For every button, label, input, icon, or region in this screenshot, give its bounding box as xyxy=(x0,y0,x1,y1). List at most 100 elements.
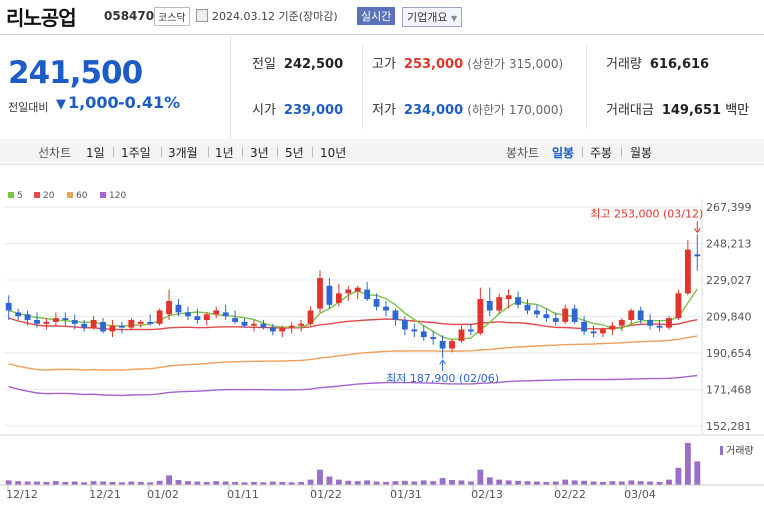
x-tick-label: 01/02 xyxy=(147,488,179,501)
candle-body xyxy=(128,320,135,328)
volume-legend-label: 거래량 xyxy=(726,445,754,457)
period-1d[interactable]: 1일 xyxy=(86,144,105,161)
volume-bar xyxy=(496,479,503,485)
y-tick-label: 171,468 xyxy=(706,383,752,396)
volume-bar xyxy=(628,480,635,485)
open-price: 시가 239,000 xyxy=(252,103,344,118)
period-3m[interactable]: 3개월 xyxy=(168,144,198,161)
volume-bar xyxy=(524,481,531,485)
volume-bar xyxy=(364,480,371,485)
candle-body xyxy=(694,254,701,257)
period-5y[interactable]: 5년 xyxy=(285,144,304,161)
candle-body xyxy=(326,285,333,305)
candle-body xyxy=(449,340,455,349)
candle-body xyxy=(222,312,229,317)
volume-bar xyxy=(571,480,578,485)
volume-bar xyxy=(486,477,493,485)
legend-swatch-60 xyxy=(67,192,73,198)
candle-body xyxy=(90,320,97,328)
volume-bar xyxy=(100,481,106,485)
candle-body xyxy=(317,278,323,309)
candle-body xyxy=(496,297,503,311)
period-3y[interactable]: 3년 xyxy=(250,144,269,161)
volume-bar xyxy=(326,476,333,485)
diff-label: 전일대비 xyxy=(8,101,49,114)
volume-bar xyxy=(392,481,399,485)
candle-body xyxy=(269,327,276,332)
candle-body xyxy=(581,321,588,332)
period-1y[interactable]: 1년 xyxy=(215,144,234,161)
candle-body xyxy=(600,329,606,334)
candle-body xyxy=(147,321,154,324)
volume-bar xyxy=(222,481,229,485)
candle-body xyxy=(684,249,691,294)
candle-body xyxy=(5,302,12,311)
stock-name: 리노공업 xyxy=(6,6,77,30)
chevron-down-icon: ▼ xyxy=(450,14,458,23)
trade-amount: 거래대금 149,651 백만 xyxy=(606,103,750,118)
candle-body xyxy=(420,331,427,338)
candle-weekly[interactable]: 주봉 xyxy=(590,144,612,161)
volume-bar xyxy=(156,480,163,485)
candle-body xyxy=(24,314,31,321)
candle-body xyxy=(137,321,144,324)
period-1w[interactable]: 1주일 xyxy=(121,144,151,161)
candle-body xyxy=(175,304,182,313)
volume-bar xyxy=(175,480,182,485)
volume-bar xyxy=(420,480,427,485)
candle-monthly[interactable]: 월봉 xyxy=(630,144,652,161)
candle-body xyxy=(609,325,616,330)
volume-bar xyxy=(354,481,361,485)
period-10y[interactable]: 10년 xyxy=(320,144,346,161)
low-price: 저가 234,000 (하한가 170,000) xyxy=(372,103,564,118)
candle-body xyxy=(675,293,682,319)
candle-body xyxy=(298,323,305,326)
candle-body xyxy=(411,329,418,332)
volume-bar xyxy=(515,480,521,485)
down-arrow-icon: ▼ xyxy=(56,97,66,112)
price-rate: -0.41% xyxy=(118,93,181,112)
candle-body xyxy=(52,318,59,322)
trade-volume: 거래량 616,616 xyxy=(606,57,710,72)
candle-body xyxy=(647,320,654,326)
high-annotation: 최고 253,000 (03/12) xyxy=(590,207,703,220)
prev-close: 전일 242,500 xyxy=(252,57,344,72)
stock-header: 리노공업 058470 코스닥 2024.03.12 기준(장마감) 실시간 기… xyxy=(0,0,764,34)
candle-body xyxy=(552,318,559,322)
candle-body xyxy=(81,323,88,328)
company-info-label: 기업개요 xyxy=(407,11,448,24)
candle-chart-label: 봉차트 xyxy=(506,146,540,160)
candle-body xyxy=(345,289,352,294)
y-tick-label: 190,654 xyxy=(706,347,752,360)
candle-body xyxy=(156,310,163,324)
candle-body xyxy=(251,323,257,326)
candle-body xyxy=(562,308,569,322)
volume-bar xyxy=(590,481,597,485)
legend-swatch-120 xyxy=(100,192,106,198)
company-info-button[interactable]: 기업개요 ▼ xyxy=(402,7,463,27)
realtime-button[interactable]: 실시간 xyxy=(357,7,396,25)
volume-bar xyxy=(15,481,22,485)
y-tick-label: 248,213 xyxy=(706,237,752,250)
candle-body xyxy=(618,320,625,326)
y-tick-label: 267,399 xyxy=(706,201,752,214)
candle-body xyxy=(354,287,361,292)
candle-daily[interactable]: 일봉 xyxy=(552,144,574,161)
stock-code: 058470 xyxy=(104,9,155,23)
y-tick-label: 229,027 xyxy=(706,274,752,287)
volume-bar xyxy=(345,480,352,485)
x-tick-label: 02/13 xyxy=(471,488,503,501)
candle-body xyxy=(477,299,484,334)
x-tick-label: 12/12 xyxy=(6,488,38,501)
candle-body xyxy=(213,310,220,315)
candle-body xyxy=(666,318,672,328)
legend-swatch-5 xyxy=(8,192,14,198)
candle-body xyxy=(232,318,239,322)
candle-body xyxy=(260,323,267,328)
candle-body xyxy=(505,295,512,300)
x-tick-label: 01/31 xyxy=(390,488,422,501)
volume-bar xyxy=(647,481,654,485)
current-price: 241,500 xyxy=(8,55,143,91)
volume-bar xyxy=(694,461,701,485)
volume-bar xyxy=(637,481,644,485)
